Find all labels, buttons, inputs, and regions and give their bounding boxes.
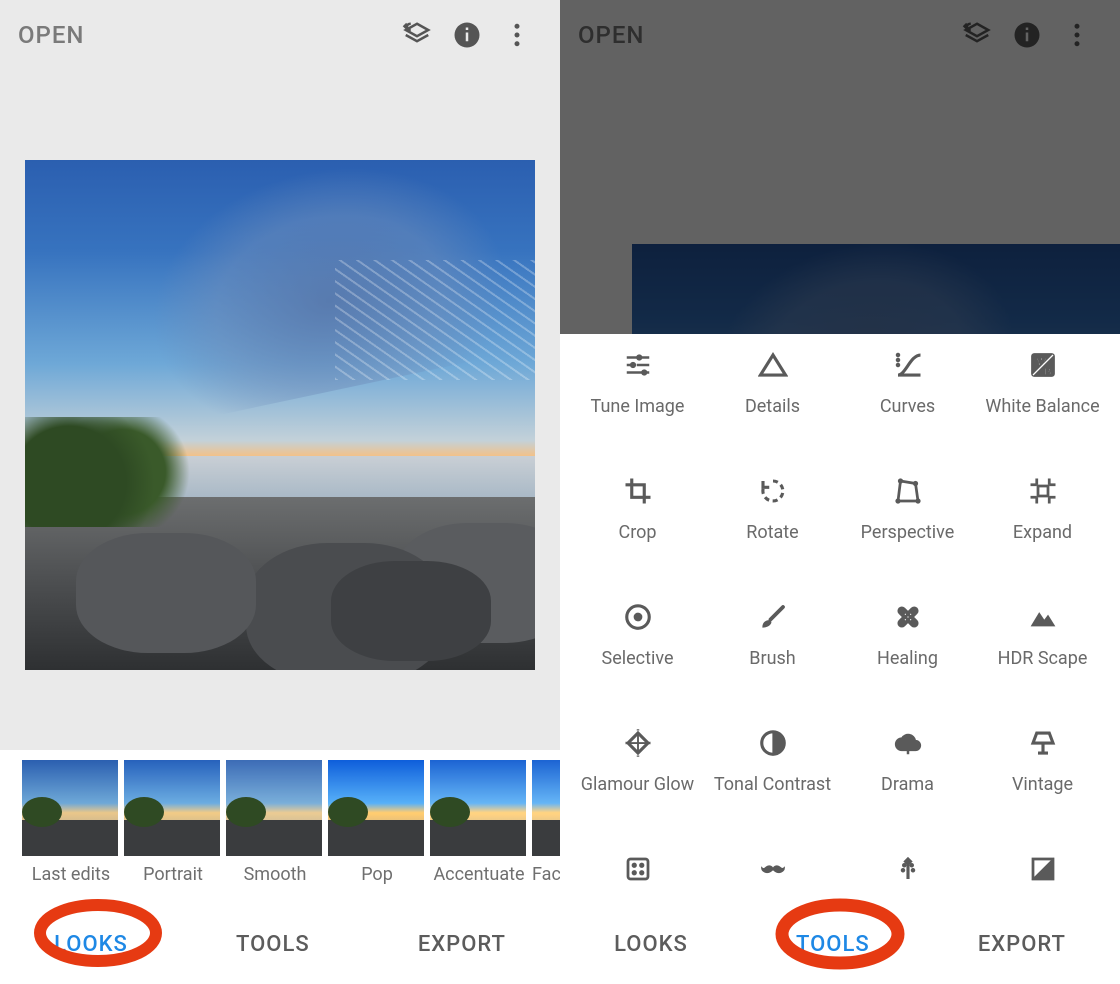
rotate-icon <box>756 474 790 508</box>
tool-label: Tune Image <box>591 396 685 440</box>
svg-text:B: B <box>1044 367 1051 378</box>
tool-glamour-glow[interactable]: Glamour Glow <box>570 722 705 822</box>
tab-looks[interactable]: LOOKS <box>604 926 698 963</box>
tab-tools[interactable]: TOOLS <box>226 926 320 963</box>
tool-drama[interactable]: Drama <box>840 722 975 822</box>
tab-tools[interactable]: TOOLS <box>786 926 880 963</box>
curves-icon <box>891 348 925 382</box>
tools-panel: Tune Image Details Curves WB White Balance Cr… <box>560 334 1120 984</box>
tool-label: Details <box>745 396 800 440</box>
main-photo[interactable] <box>25 160 535 670</box>
guitar-icon <box>891 852 925 886</box>
tool-label: Glamour Glow <box>581 774 694 818</box>
look-thumb[interactable]: Smooth <box>226 760 324 885</box>
info-icon[interactable] <box>442 10 492 60</box>
look-thumb[interactable]: Fac <box>532 760 560 885</box>
look-label: Fac <box>532 864 560 885</box>
cloud-icon <box>891 726 925 760</box>
open-button[interactable]: OPEN <box>18 21 84 49</box>
tool-tonal-contrast[interactable]: Tonal Contrast <box>705 722 840 822</box>
expand-icon <box>1026 474 1060 508</box>
tool-label: White Balance <box>985 396 1099 440</box>
tool-label: Brush <box>749 648 795 692</box>
look-thumb[interactable]: Accentuate <box>430 760 528 885</box>
moustache-icon <box>756 852 790 886</box>
perspective-icon <box>891 474 925 508</box>
target-icon <box>621 600 655 634</box>
canvas-area <box>0 70 560 750</box>
look-thumb[interactable]: Portrait <box>124 760 222 885</box>
screen-looks: OPEN <box>0 0 560 984</box>
tool-label: Healing <box>877 648 938 692</box>
more-icon[interactable] <box>492 10 542 60</box>
bw-icon <box>1026 852 1060 886</box>
look-thumb[interactable]: Pop <box>328 760 426 885</box>
brush-icon <box>756 600 790 634</box>
triangle-icon <box>756 348 790 382</box>
tab-export[interactable]: EXPORT <box>408 926 516 963</box>
crop-icon <box>621 474 655 508</box>
look-label: Last edits <box>22 864 120 885</box>
tonal-icon <box>756 726 790 760</box>
sliders-icon <box>621 348 655 382</box>
tab-export[interactable]: EXPORT <box>968 926 1076 963</box>
dice-icon <box>621 852 655 886</box>
tool-label: Crop <box>618 522 656 566</box>
look-label: Pop <box>328 864 426 885</box>
tool-label: Drama <box>881 774 934 818</box>
tool-label: Tonal Contrast <box>714 774 831 818</box>
tool-expand[interactable]: Expand <box>975 470 1110 570</box>
tool-selective[interactable]: Selective <box>570 596 705 696</box>
bottom-tabs: LOOKS TOOLS EXPORT <box>560 904 1120 984</box>
tool-crop[interactable]: Crop <box>570 470 705 570</box>
look-label: Portrait <box>124 864 222 885</box>
dimmed-background: OPEN <box>560 0 1120 334</box>
look-thumb[interactable]: Last edits <box>22 760 120 885</box>
topbar: OPEN <box>0 0 560 70</box>
tool-label: Curves <box>880 396 935 440</box>
tool-hdr-scape[interactable]: HDR Scape <box>975 596 1110 696</box>
tool-label: Selective <box>602 648 674 692</box>
tool-vintage[interactable]: Vintage <box>975 722 1110 822</box>
diamond-icon <box>621 726 655 760</box>
tool-label: HDR Scape <box>998 648 1088 692</box>
layers-undo-icon[interactable] <box>392 10 442 60</box>
tool-tune-image[interactable]: Tune Image <box>570 344 705 444</box>
looks-strip: Last edits Portrait Smooth Pop Accentuat… <box>0 750 560 910</box>
bottom-tabs: LOOKS TOOLS EXPORT <box>0 904 560 984</box>
screen-tools: OPEN Tune Image Details Curves WB White Bala… <box>560 0 1120 984</box>
tool-healing[interactable]: Healing <box>840 596 975 696</box>
tool-rotate[interactable]: Rotate <box>705 470 840 570</box>
tool-perspective[interactable]: Perspective <box>840 470 975 570</box>
tool-curves[interactable]: Curves <box>840 344 975 444</box>
tool-label: Perspective <box>861 522 955 566</box>
tool-label: Rotate <box>746 522 798 566</box>
wb-icon: WB <box>1026 348 1060 382</box>
mountains-icon <box>1026 600 1060 634</box>
tool-brush[interactable]: Brush <box>705 596 840 696</box>
look-label: Accentuate <box>430 864 528 885</box>
tool-label: Expand <box>1013 522 1072 566</box>
tool-label: Vintage <box>1012 774 1073 818</box>
tool-details[interactable]: Details <box>705 344 840 444</box>
look-label: Smooth <box>226 864 324 885</box>
tab-looks[interactable]: LOOKS <box>44 926 138 963</box>
lamp-icon <box>1026 726 1060 760</box>
bandage-icon <box>891 600 925 634</box>
tool-white-balance[interactable]: WB White Balance <box>975 344 1110 444</box>
